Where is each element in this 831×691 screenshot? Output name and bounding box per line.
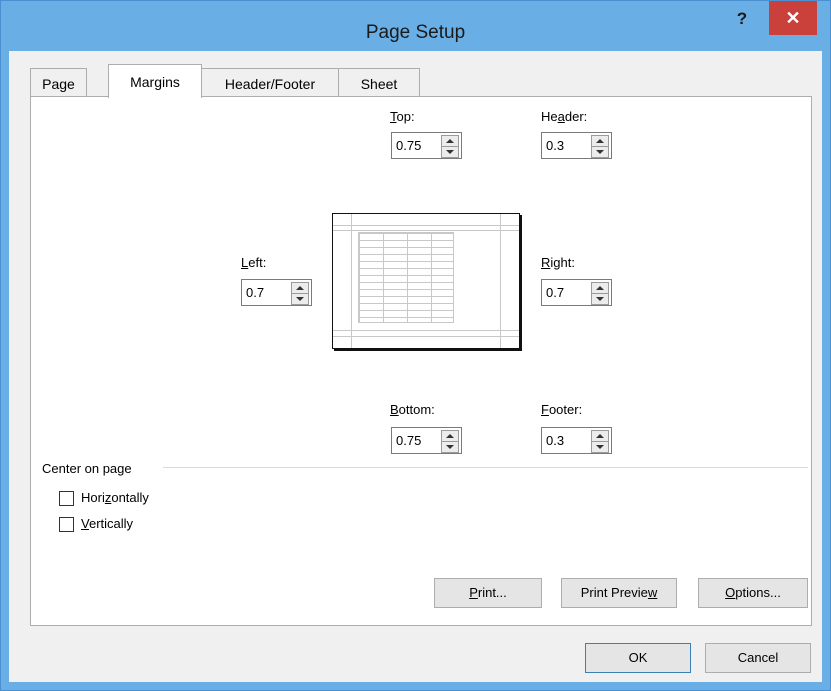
footer-label: Footer: [541, 402, 583, 417]
ok-button[interactable]: OK [585, 643, 691, 673]
bottom-margin-spinner[interactable]: 0.75 [391, 427, 462, 454]
bottom-margin-value[interactable]: 0.75 [396, 428, 421, 453]
print-button[interactable]: Print... [434, 578, 542, 608]
tab-header-footer[interactable]: Header/Footer [200, 68, 340, 97]
spin-down-icon[interactable] [596, 445, 604, 449]
options-button[interactable]: Options... [698, 578, 808, 608]
spin-down-icon[interactable] [446, 150, 454, 154]
vertically-label[interactable]: Vertically [81, 516, 133, 531]
spin-up-icon[interactable] [296, 286, 304, 290]
group-divider [163, 467, 808, 468]
left-label: Left: [241, 255, 267, 270]
spin-down-icon[interactable] [446, 445, 454, 449]
right-margin-value[interactable]: 0.7 [546, 280, 564, 305]
dialog-title: Page Setup [365, 22, 466, 43]
right-spin-buttons[interactable] [591, 282, 609, 305]
page-setup-dialog: Page Setup ? ✕ Page Margins Header/Foote… [0, 0, 831, 691]
footer-margin-spinner[interactable]: 0.3 [541, 427, 612, 454]
footer-margin-value[interactable]: 0.3 [546, 428, 564, 453]
right-margin-spinner[interactable]: 0.7 [541, 279, 612, 306]
bottom-spin-buttons[interactable] [441, 430, 459, 453]
top-margin-spinner[interactable]: 0.75 [391, 132, 462, 159]
spin-down-icon[interactable] [296, 297, 304, 301]
spin-up-icon[interactable] [446, 434, 454, 438]
header-margin-value[interactable]: 0.3 [546, 133, 564, 158]
title-bar[interactable]: Page Setup ? ✕ [1, 1, 830, 51]
spin-up-icon[interactable] [596, 434, 604, 438]
left-spin-buttons[interactable] [291, 282, 309, 305]
dialog-body: Page Margins Header/Footer Sheet Top: 0.… [9, 51, 822, 682]
cancel-button[interactable]: Cancel [705, 643, 811, 673]
page-preview-grid [358, 232, 454, 323]
spin-down-icon[interactable] [596, 297, 604, 301]
header-spin-buttons[interactable] [591, 135, 609, 158]
page-preview [332, 213, 520, 349]
horizontally-checkbox[interactable] [59, 491, 74, 506]
top-spin-buttons[interactable] [441, 135, 459, 158]
header-label: Header: [541, 109, 588, 124]
vertically-checkbox[interactable] [59, 517, 74, 532]
bottom-label: Bottom: [390, 402, 435, 417]
header-margin-spinner[interactable]: 0.3 [541, 132, 612, 159]
close-button[interactable]: ✕ [769, 1, 817, 35]
spin-up-icon[interactable] [596, 139, 604, 143]
top-label: Top: [390, 109, 415, 124]
left-margin-spinner[interactable]: 0.7 [241, 279, 312, 306]
top-margin-value[interactable]: 0.75 [396, 133, 421, 158]
margins-panel: Top: 0.75 Header: 0.3 Left: 0.7 Right: 0… [30, 96, 812, 626]
footer-spin-buttons[interactable] [591, 430, 609, 453]
tab-margins[interactable]: Margins [108, 64, 202, 98]
horizontally-label[interactable]: Horizontally [81, 490, 149, 505]
tab-page[interactable]: Page [30, 68, 87, 97]
left-margin-value[interactable]: 0.7 [246, 280, 264, 305]
spin-up-icon[interactable] [596, 286, 604, 290]
spin-up-icon[interactable] [446, 139, 454, 143]
right-label: Right: [541, 255, 575, 270]
center-on-page-title: Center on page [42, 461, 132, 476]
print-preview-button[interactable]: Print Preview [561, 578, 677, 608]
spin-down-icon[interactable] [596, 150, 604, 154]
tab-sheet[interactable]: Sheet [338, 68, 420, 97]
help-button[interactable]: ? [729, 9, 755, 33]
